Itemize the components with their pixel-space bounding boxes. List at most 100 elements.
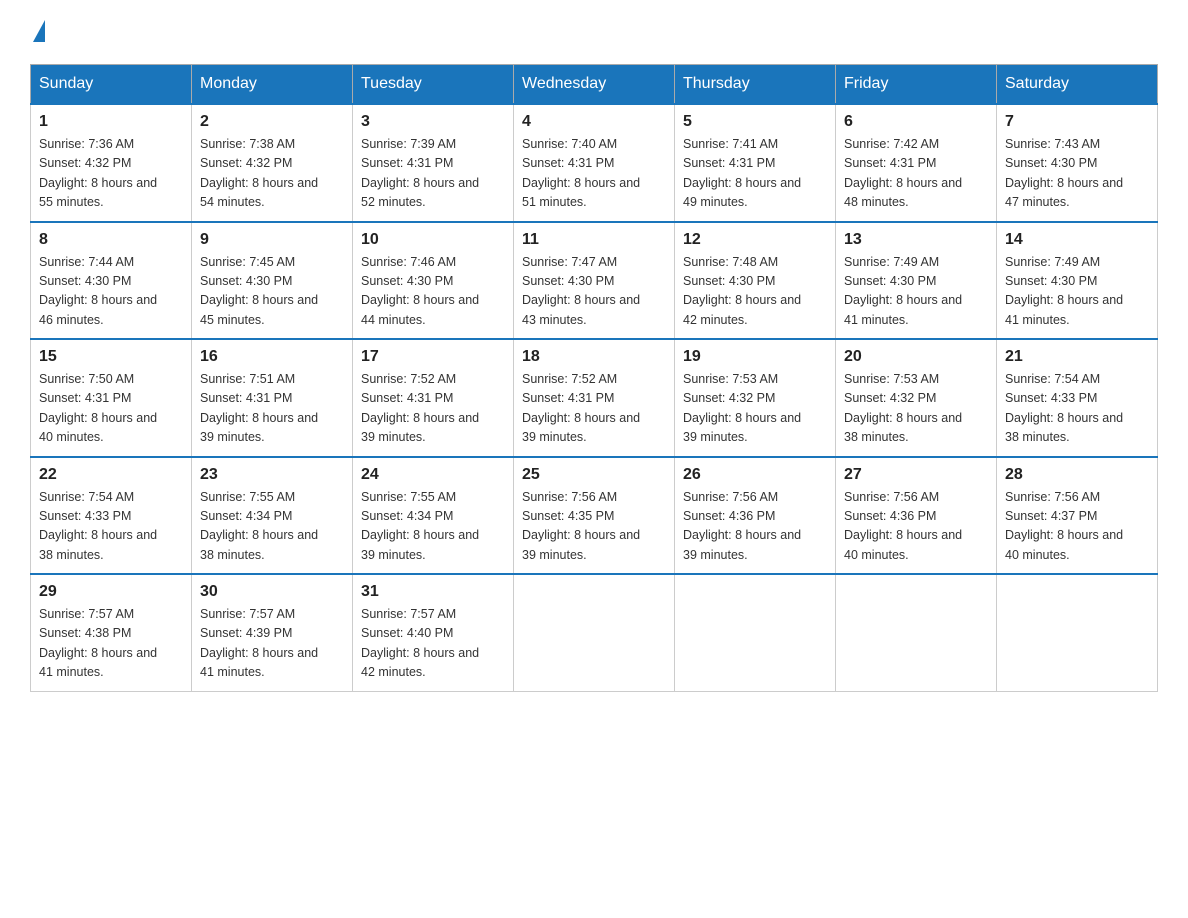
day-number: 19 [683,348,827,366]
calendar-cell: 27 Sunrise: 7:56 AM Sunset: 4:36 PM Dayl… [836,457,997,575]
day-info: Sunrise: 7:49 AM Sunset: 4:30 PM Dayligh… [844,253,988,331]
col-header-monday: Monday [192,65,353,105]
calendar-cell: 25 Sunrise: 7:56 AM Sunset: 4:35 PM Dayl… [514,457,675,575]
calendar-header-row: SundayMondayTuesdayWednesdayThursdayFrid… [31,65,1158,105]
day-info: Sunrise: 7:45 AM Sunset: 4:30 PM Dayligh… [200,253,344,331]
logo [30,20,45,44]
day-info: Sunrise: 7:52 AM Sunset: 4:31 PM Dayligh… [361,370,505,448]
day-number: 13 [844,231,988,249]
calendar-cell: 20 Sunrise: 7:53 AM Sunset: 4:32 PM Dayl… [836,339,997,457]
day-number: 15 [39,348,183,366]
calendar-cell: 23 Sunrise: 7:55 AM Sunset: 4:34 PM Dayl… [192,457,353,575]
calendar-cell: 8 Sunrise: 7:44 AM Sunset: 4:30 PM Dayli… [31,222,192,340]
calendar-cell: 2 Sunrise: 7:38 AM Sunset: 4:32 PM Dayli… [192,104,353,222]
calendar-cell: 12 Sunrise: 7:48 AM Sunset: 4:30 PM Dayl… [675,222,836,340]
day-info: Sunrise: 7:56 AM Sunset: 4:36 PM Dayligh… [844,488,988,566]
calendar-cell [836,574,997,691]
day-number: 22 [39,466,183,484]
day-number: 3 [361,113,505,131]
day-info: Sunrise: 7:56 AM Sunset: 4:36 PM Dayligh… [683,488,827,566]
day-info: Sunrise: 7:57 AM Sunset: 4:39 PM Dayligh… [200,605,344,683]
day-info: Sunrise: 7:54 AM Sunset: 4:33 PM Dayligh… [39,488,183,566]
calendar-week-row: 8 Sunrise: 7:44 AM Sunset: 4:30 PM Dayli… [31,222,1158,340]
day-number: 4 [522,113,666,131]
calendar-cell: 31 Sunrise: 7:57 AM Sunset: 4:40 PM Dayl… [353,574,514,691]
calendar-cell: 14 Sunrise: 7:49 AM Sunset: 4:30 PM Dayl… [997,222,1158,340]
day-number: 2 [200,113,344,131]
calendar-cell: 1 Sunrise: 7:36 AM Sunset: 4:32 PM Dayli… [31,104,192,222]
day-number: 12 [683,231,827,249]
day-number: 29 [39,583,183,601]
day-info: Sunrise: 7:41 AM Sunset: 4:31 PM Dayligh… [683,135,827,213]
calendar-week-row: 22 Sunrise: 7:54 AM Sunset: 4:33 PM Dayl… [31,457,1158,575]
day-info: Sunrise: 7:36 AM Sunset: 4:32 PM Dayligh… [39,135,183,213]
day-info: Sunrise: 7:48 AM Sunset: 4:30 PM Dayligh… [683,253,827,331]
page-header [30,20,1158,44]
calendar-cell: 21 Sunrise: 7:54 AM Sunset: 4:33 PM Dayl… [997,339,1158,457]
day-info: Sunrise: 7:56 AM Sunset: 4:37 PM Dayligh… [1005,488,1149,566]
calendar-cell: 5 Sunrise: 7:41 AM Sunset: 4:31 PM Dayli… [675,104,836,222]
day-number: 8 [39,231,183,249]
day-number: 27 [844,466,988,484]
calendar-cell: 17 Sunrise: 7:52 AM Sunset: 4:31 PM Dayl… [353,339,514,457]
day-number: 26 [683,466,827,484]
day-info: Sunrise: 7:55 AM Sunset: 4:34 PM Dayligh… [200,488,344,566]
day-number: 10 [361,231,505,249]
day-info: Sunrise: 7:55 AM Sunset: 4:34 PM Dayligh… [361,488,505,566]
day-info: Sunrise: 7:53 AM Sunset: 4:32 PM Dayligh… [844,370,988,448]
day-number: 23 [200,466,344,484]
calendar-cell: 4 Sunrise: 7:40 AM Sunset: 4:31 PM Dayli… [514,104,675,222]
calendar-cell: 16 Sunrise: 7:51 AM Sunset: 4:31 PM Dayl… [192,339,353,457]
day-info: Sunrise: 7:42 AM Sunset: 4:31 PM Dayligh… [844,135,988,213]
day-info: Sunrise: 7:39 AM Sunset: 4:31 PM Dayligh… [361,135,505,213]
day-info: Sunrise: 7:49 AM Sunset: 4:30 PM Dayligh… [1005,253,1149,331]
calendar-cell: 11 Sunrise: 7:47 AM Sunset: 4:30 PM Dayl… [514,222,675,340]
day-info: Sunrise: 7:53 AM Sunset: 4:32 PM Dayligh… [683,370,827,448]
day-number: 5 [683,113,827,131]
day-number: 25 [522,466,666,484]
day-number: 14 [1005,231,1149,249]
calendar-cell: 26 Sunrise: 7:56 AM Sunset: 4:36 PM Dayl… [675,457,836,575]
calendar-week-row: 1 Sunrise: 7:36 AM Sunset: 4:32 PM Dayli… [31,104,1158,222]
day-info: Sunrise: 7:50 AM Sunset: 4:31 PM Dayligh… [39,370,183,448]
day-number: 18 [522,348,666,366]
calendar-cell: 6 Sunrise: 7:42 AM Sunset: 4:31 PM Dayli… [836,104,997,222]
day-number: 30 [200,583,344,601]
day-info: Sunrise: 7:43 AM Sunset: 4:30 PM Dayligh… [1005,135,1149,213]
day-number: 20 [844,348,988,366]
day-number: 28 [1005,466,1149,484]
day-info: Sunrise: 7:46 AM Sunset: 4:30 PM Dayligh… [361,253,505,331]
day-number: 7 [1005,113,1149,131]
calendar-cell: 22 Sunrise: 7:54 AM Sunset: 4:33 PM Dayl… [31,457,192,575]
calendar-cell: 19 Sunrise: 7:53 AM Sunset: 4:32 PM Dayl… [675,339,836,457]
day-info: Sunrise: 7:38 AM Sunset: 4:32 PM Dayligh… [200,135,344,213]
calendar-cell [514,574,675,691]
calendar-cell: 3 Sunrise: 7:39 AM Sunset: 4:31 PM Dayli… [353,104,514,222]
calendar-week-row: 29 Sunrise: 7:57 AM Sunset: 4:38 PM Dayl… [31,574,1158,691]
day-info: Sunrise: 7:47 AM Sunset: 4:30 PM Dayligh… [522,253,666,331]
day-info: Sunrise: 7:52 AM Sunset: 4:31 PM Dayligh… [522,370,666,448]
day-number: 21 [1005,348,1149,366]
calendar-cell: 10 Sunrise: 7:46 AM Sunset: 4:30 PM Dayl… [353,222,514,340]
day-number: 31 [361,583,505,601]
day-number: 11 [522,231,666,249]
day-info: Sunrise: 7:40 AM Sunset: 4:31 PM Dayligh… [522,135,666,213]
col-header-saturday: Saturday [997,65,1158,105]
day-number: 16 [200,348,344,366]
day-number: 17 [361,348,505,366]
day-info: Sunrise: 7:57 AM Sunset: 4:38 PM Dayligh… [39,605,183,683]
col-header-wednesday: Wednesday [514,65,675,105]
col-header-tuesday: Tuesday [353,65,514,105]
calendar-cell: 7 Sunrise: 7:43 AM Sunset: 4:30 PM Dayli… [997,104,1158,222]
calendar-cell: 9 Sunrise: 7:45 AM Sunset: 4:30 PM Dayli… [192,222,353,340]
calendar-cell [675,574,836,691]
calendar-cell: 30 Sunrise: 7:57 AM Sunset: 4:39 PM Dayl… [192,574,353,691]
calendar-cell: 29 Sunrise: 7:57 AM Sunset: 4:38 PM Dayl… [31,574,192,691]
logo-blue-text [30,20,45,44]
calendar-cell: 15 Sunrise: 7:50 AM Sunset: 4:31 PM Dayl… [31,339,192,457]
day-info: Sunrise: 7:51 AM Sunset: 4:31 PM Dayligh… [200,370,344,448]
col-header-thursday: Thursday [675,65,836,105]
calendar-cell: 28 Sunrise: 7:56 AM Sunset: 4:37 PM Dayl… [997,457,1158,575]
day-info: Sunrise: 7:44 AM Sunset: 4:30 PM Dayligh… [39,253,183,331]
calendar-cell: 18 Sunrise: 7:52 AM Sunset: 4:31 PM Dayl… [514,339,675,457]
